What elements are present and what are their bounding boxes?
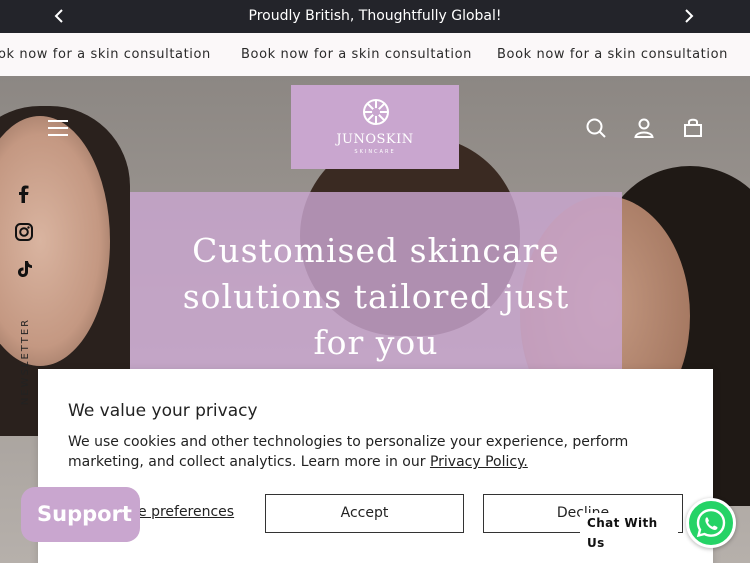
instagram-icon[interactable] xyxy=(14,222,34,242)
announcement-text: Proudly British, Thoughtfully Global! xyxy=(248,8,502,24)
marquee-item[interactable]: Book now for a skin consultation xyxy=(497,47,728,62)
account-icon[interactable] xyxy=(632,116,656,140)
hero-headline-line: solutions tailored just xyxy=(182,277,570,316)
hero-headline-box: Customised skincare solutions tailored j… xyxy=(130,192,622,372)
cookie-title: We value your privacy xyxy=(68,401,258,421)
cart-icon[interactable] xyxy=(681,116,705,140)
whatsapp-icon[interactable] xyxy=(686,498,736,548)
menu-icon[interactable] xyxy=(46,116,70,140)
chevron-right-icon[interactable] xyxy=(680,6,696,26)
marquee-item[interactable]: Book now for a skin consultation xyxy=(241,47,472,62)
chat-with-us-label[interactable]: Chat With Us xyxy=(580,513,678,550)
privacy-policy-link[interactable]: Privacy Policy. xyxy=(430,454,528,470)
search-icon[interactable] xyxy=(584,116,608,140)
site-logo[interactable]: JUNOSKIN SKINCARE xyxy=(291,85,459,169)
manage-preferences-link[interactable]: e preferences xyxy=(138,504,234,520)
tiktok-icon[interactable] xyxy=(14,259,34,279)
cookie-body-text: We use cookies and other technologies to… xyxy=(68,434,629,470)
support-button[interactable]: Support xyxy=(21,487,140,542)
logo-sub-text: SKINCARE xyxy=(354,149,396,155)
facebook-icon[interactable] xyxy=(14,184,34,204)
cookie-body: We use cookies and other technologies to… xyxy=(68,432,668,472)
accept-button[interactable]: Accept xyxy=(265,494,464,533)
cookie-banner: We value your privacy We use cookies and… xyxy=(38,369,713,563)
announcement-bar: Proudly British, Thoughtfully Global! xyxy=(0,0,750,33)
hero-headline-line: Customised skincare xyxy=(192,231,560,270)
logo-brand-text: JUNOSKIN xyxy=(336,132,414,147)
hero-headline: Customised skincare solutions tailored j… xyxy=(130,228,622,366)
hero-headline-line: for you xyxy=(313,323,439,362)
logo-flower-icon xyxy=(363,99,389,125)
marquee-item[interactable]: ok now for a skin consultation xyxy=(0,47,211,62)
newsletter-label: NEWSLETTER xyxy=(20,317,32,406)
marquee-bar: ok now for a skin consultation Book now … xyxy=(0,33,750,76)
